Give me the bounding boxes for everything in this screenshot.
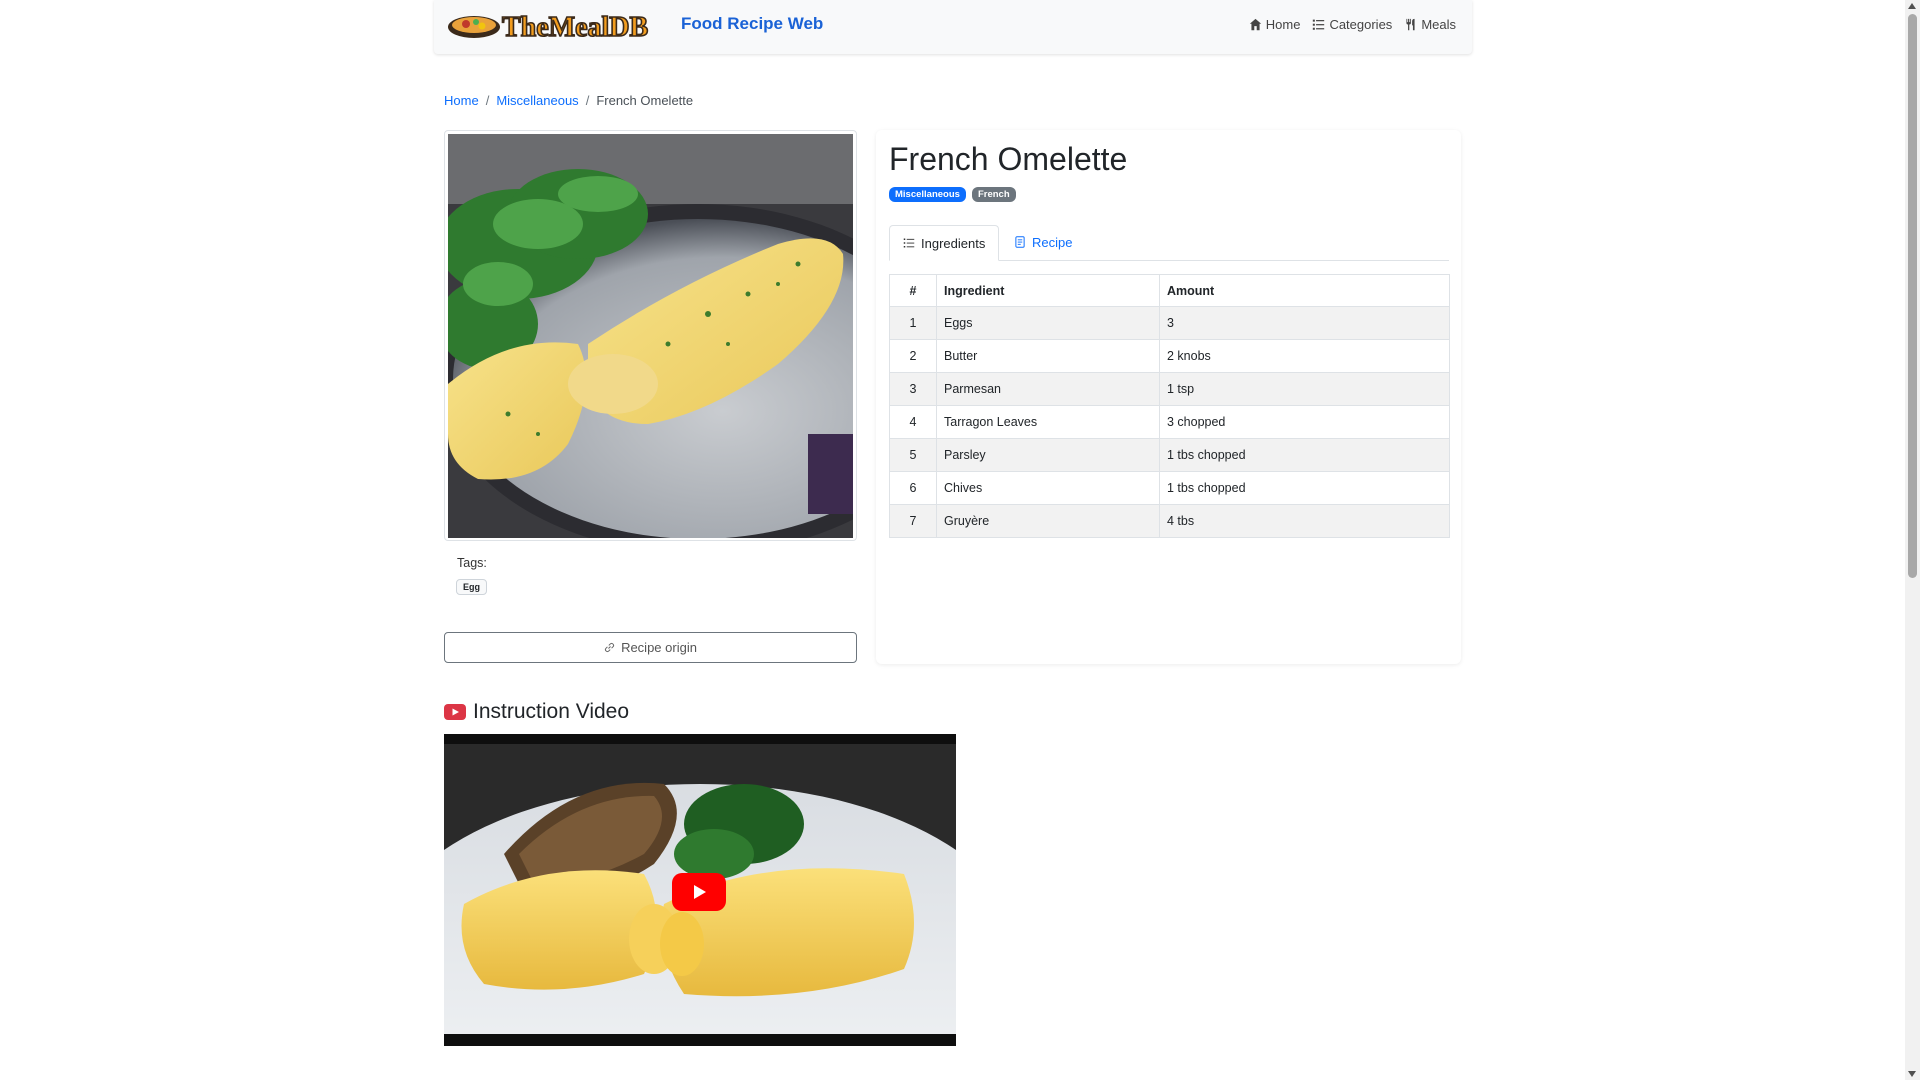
home-icon	[1249, 18, 1261, 31]
breadcrumb-current: French Omelette	[596, 93, 694, 108]
nav-categories[interactable]: Categories	[1312, 17, 1392, 32]
tab-recipe-label: Recipe	[1032, 234, 1073, 250]
row-number: 2	[889, 339, 937, 373]
column-header-number: #	[889, 274, 937, 307]
row-number: 4	[889, 405, 937, 439]
ingredient-name: Parmesan	[936, 372, 1160, 406]
row-number: 1	[889, 306, 937, 340]
tag-pill[interactable]: Egg	[456, 579, 487, 595]
category-badge: Miscellaneous	[889, 187, 966, 202]
ingredient-amount: 1 tbs chopped	[1159, 471, 1450, 505]
nav-links: Home Categories Meals	[1249, 17, 1456, 32]
youtube-icon	[444, 704, 466, 720]
table-row: 2 Butter 2 knobs	[889, 339, 1450, 373]
ingredient-amount: 3 chopped	[1159, 405, 1450, 439]
video-section-heading: Instruction Video	[444, 700, 629, 724]
row-number: 6	[889, 471, 937, 505]
navbar: TheMealDB Food Recipe Web Home Categorie…	[434, 0, 1472, 54]
ingredient-name: Eggs	[936, 306, 1160, 340]
tab-recipe[interactable]: Recipe	[1001, 225, 1085, 259]
meal-details-card: French Omelette Miscellaneous French Ing…	[876, 130, 1461, 664]
instruction-video-player[interactable]	[444, 734, 956, 1046]
document-icon	[1015, 236, 1025, 248]
table-row: 3 Parmesan 1 tsp	[889, 372, 1450, 406]
row-number: 3	[889, 372, 937, 406]
link-icon	[604, 642, 615, 653]
logo-text: TheMealDB	[502, 12, 648, 43]
table-row: 6 Chives 1 tbs chopped	[889, 471, 1450, 505]
breadcrumb-separator: /	[585, 93, 590, 108]
video-heading-text: Instruction Video	[473, 700, 630, 723]
utensils-icon	[1406, 18, 1415, 31]
scroll-thumb[interactable]	[1908, 14, 1917, 578]
table-row: 5 Parsley 1 tbs chopped	[889, 438, 1450, 472]
ingredient-amount: 1 tsp	[1159, 372, 1450, 406]
ingredient-name: Tarragon Leaves	[936, 405, 1160, 439]
meal-title: French Omelette	[889, 141, 1128, 177]
ingredient-amount: 1 tbs chopped	[1159, 438, 1450, 472]
meal-thumbnail	[448, 134, 853, 538]
ingredient-amount: 3	[1159, 306, 1450, 340]
breadcrumb-category[interactable]: Miscellaneous	[496, 93, 578, 108]
site-title[interactable]: Food Recipe Web	[681, 14, 823, 34]
breadcrumb-separator: /	[485, 93, 490, 108]
row-number: 5	[889, 438, 937, 472]
column-header-ingredient: Ingredient	[936, 274, 1160, 307]
play-button[interactable]	[672, 873, 726, 911]
list-icon	[903, 238, 915, 248]
table-row: 4 Tarragon Leaves 3 chopped	[889, 405, 1450, 439]
details-tabs: Ingredients Recipe	[889, 225, 1449, 261]
ingredient-amount: 2 knobs	[1159, 339, 1450, 373]
meal-image-card: Tags: Egg Recipe origin	[444, 130, 857, 664]
tab-ingredients-label: Ingredients	[921, 235, 986, 251]
nav-meals-label: Meals	[1421, 17, 1456, 32]
page-scrollbar[interactable]	[1905, 0, 1920, 1080]
column-header-amount: Amount	[1159, 274, 1450, 307]
breadcrumb-home[interactable]: Home	[444, 93, 479, 108]
tags-label: Tags:	[457, 556, 487, 570]
play-icon	[694, 885, 706, 899]
recipe-origin-button[interactable]: Recipe origin	[444, 632, 857, 663]
meal-image-frame	[444, 130, 857, 541]
tab-ingredients[interactable]: Ingredients	[889, 225, 1000, 261]
table-row: 7 Gruyère 4 tbs	[889, 504, 1450, 538]
row-number: 7	[889, 504, 937, 538]
nav-home[interactable]: Home	[1249, 17, 1301, 32]
ingredients-table: # Ingredient Amount 1 Eggs 3 2 Butter 2 …	[889, 274, 1450, 538]
ingredient-name: Butter	[936, 339, 1160, 373]
table-row: 1 Eggs 3	[889, 306, 1450, 340]
ingredient-name: Chives	[936, 471, 1160, 505]
table-header-row: # Ingredient Amount	[889, 274, 1450, 307]
scroll-down-arrow-icon[interactable]	[1908, 1071, 1916, 1077]
scroll-up-arrow-icon[interactable]	[1908, 3, 1916, 9]
breadcrumb: Home / Miscellaneous / French Omelette	[444, 93, 693, 108]
list-icon	[1313, 19, 1325, 30]
badges: Miscellaneous French	[889, 187, 1016, 202]
ingredient-name: Parsley	[936, 438, 1160, 472]
ingredient-amount: 4 tbs	[1159, 504, 1450, 538]
nav-meals[interactable]: Meals	[1404, 17, 1456, 32]
site-logo[interactable]: TheMealDB	[446, 7, 702, 47]
recipe-origin-label: Recipe origin	[621, 640, 697, 655]
nav-categories-label: Categories	[1329, 17, 1393, 32]
nav-home-label: Home	[1265, 17, 1301, 32]
ingredient-name: Gruyère	[936, 504, 1160, 538]
area-badge: French	[971, 187, 1016, 202]
